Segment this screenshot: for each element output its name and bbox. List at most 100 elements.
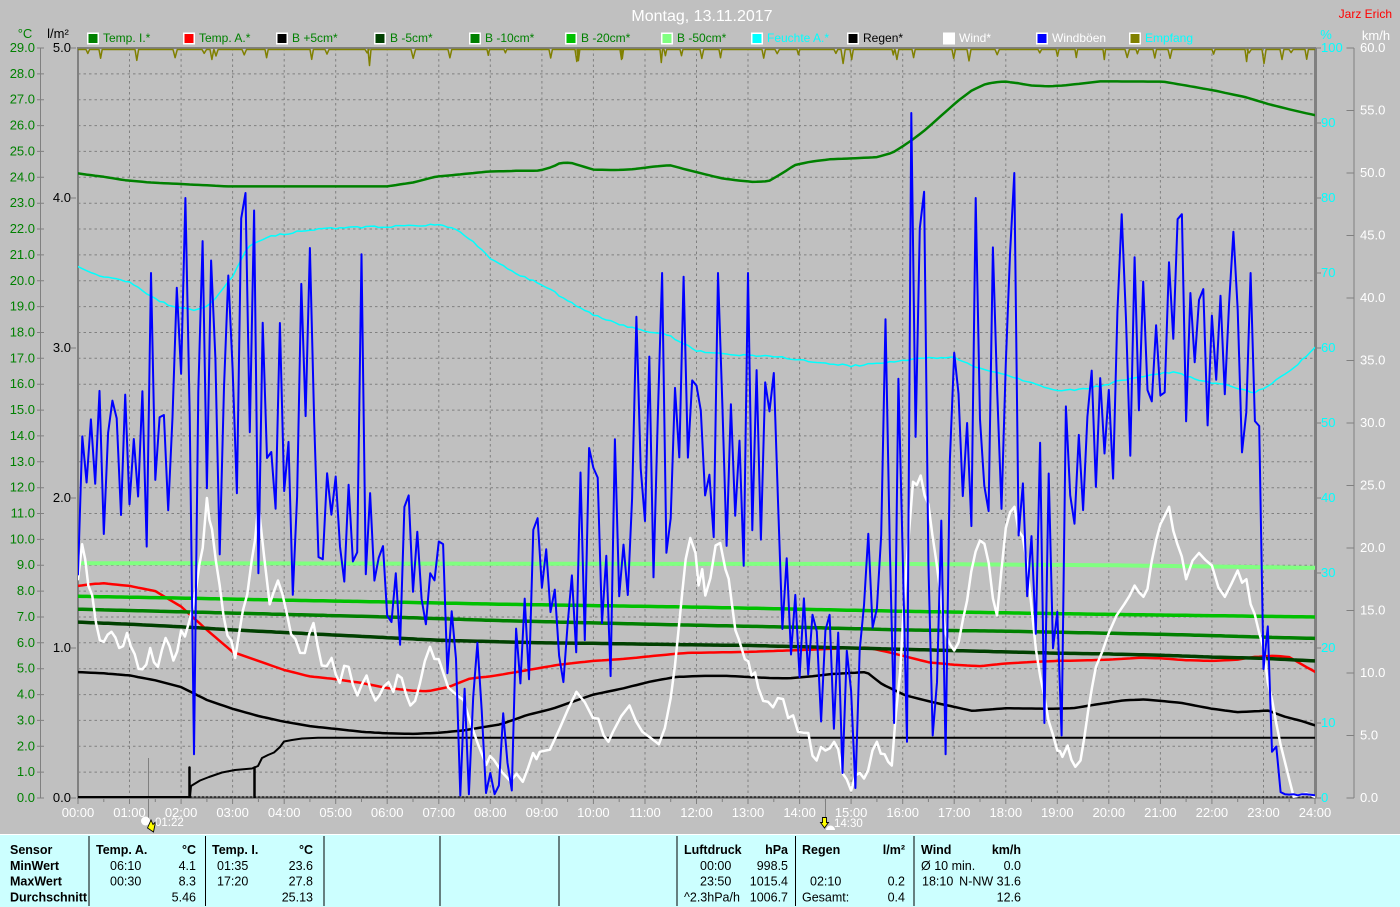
svg-text:12.6: 12.6 <box>997 891 1021 905</box>
svg-text:23.0: 23.0 <box>10 195 35 210</box>
svg-text:1006.7: 1006.7 <box>750 891 788 905</box>
svg-text:20.0: 20.0 <box>10 273 35 288</box>
svg-text:13.0: 13.0 <box>10 454 35 469</box>
svg-text:17.0: 17.0 <box>10 350 35 365</box>
svg-text:14:30: 14:30 <box>834 818 863 830</box>
svg-text:28.0: 28.0 <box>10 66 35 81</box>
svg-text:20.0: 20.0 <box>1360 540 1385 555</box>
svg-text:50: 50 <box>1321 415 1335 430</box>
svg-text:01:00: 01:00 <box>113 805 146 820</box>
svg-text:Regen: Regen <box>802 843 840 857</box>
svg-text:19:00: 19:00 <box>1041 805 1074 820</box>
svg-text:5.46: 5.46 <box>172 891 196 905</box>
svg-text:04:00: 04:00 <box>268 805 301 820</box>
svg-text:70: 70 <box>1321 265 1335 280</box>
svg-text:hPa: hPa <box>765 843 789 857</box>
svg-text:N-NW 31.6: N-NW 31.6 <box>959 875 1021 889</box>
svg-text:7.0: 7.0 <box>17 609 35 624</box>
svg-text:26.0: 26.0 <box>10 118 35 133</box>
svg-text:0: 0 <box>1321 790 1328 805</box>
svg-text:Temp. I.*: Temp. I.* <box>103 31 151 45</box>
svg-text:24.0: 24.0 <box>10 169 35 184</box>
svg-text:24:00: 24:00 <box>1299 805 1332 820</box>
svg-text:01:22: 01:22 <box>155 817 184 829</box>
svg-text:00:30: 00:30 <box>110 875 141 889</box>
svg-text:00:00: 00:00 <box>62 805 95 820</box>
svg-text:Feuchte A.*: Feuchte A.* <box>767 31 829 45</box>
svg-text:8.3: 8.3 <box>179 875 196 889</box>
svg-text:60: 60 <box>1321 340 1335 355</box>
svg-text:Wind: Wind <box>921 843 951 857</box>
svg-text:13:00: 13:00 <box>732 805 765 820</box>
svg-text:Empfang: Empfang <box>1145 31 1193 45</box>
svg-text:0.0: 0.0 <box>17 790 35 805</box>
svg-text:18:00: 18:00 <box>990 805 1023 820</box>
svg-text:km/h: km/h <box>1362 28 1390 43</box>
svg-text:10.0: 10.0 <box>10 531 35 546</box>
svg-text:10:00: 10:00 <box>577 805 610 820</box>
svg-text:90: 90 <box>1321 115 1335 130</box>
svg-text:16.0: 16.0 <box>10 376 35 391</box>
svg-text:l/m²: l/m² <box>883 843 905 857</box>
svg-text:07:00: 07:00 <box>423 805 456 820</box>
svg-text:0.0: 0.0 <box>1360 790 1378 805</box>
svg-text:0.4: 0.4 <box>888 891 905 905</box>
svg-text:02:10: 02:10 <box>810 875 841 889</box>
svg-text:6.0: 6.0 <box>17 635 35 650</box>
svg-text:1.0: 1.0 <box>17 764 35 779</box>
svg-text:8.0: 8.0 <box>17 583 35 598</box>
svg-text:Gesamt:: Gesamt: <box>802 891 849 905</box>
svg-text:25.13: 25.13 <box>282 891 313 905</box>
svg-text:22.0: 22.0 <box>10 221 35 236</box>
svg-text:19.0: 19.0 <box>10 299 35 314</box>
svg-text:00:00: 00:00 <box>700 859 731 873</box>
svg-text:18:10: 18:10 <box>922 875 953 889</box>
svg-text:Temp. A.: Temp. A. <box>96 843 147 857</box>
svg-text:998.5: 998.5 <box>757 859 788 873</box>
svg-text:°C: °C <box>299 843 313 857</box>
svg-text:10.0: 10.0 <box>1360 665 1385 680</box>
svg-text:25.0: 25.0 <box>10 143 35 158</box>
svg-text:Sensor: Sensor <box>10 843 53 857</box>
svg-text:Jarz Erich: Jarz Erich <box>1339 7 1392 21</box>
svg-text:25.0: 25.0 <box>1360 478 1385 493</box>
svg-text:Temp. I.: Temp. I. <box>212 843 258 857</box>
svg-text:Wind*: Wind* <box>959 31 991 45</box>
svg-text:17:00: 17:00 <box>938 805 971 820</box>
svg-text:14:00: 14:00 <box>783 805 816 820</box>
svg-text:0.2: 0.2 <box>888 875 905 889</box>
svg-text:15.0: 15.0 <box>10 402 35 417</box>
svg-text:5.0: 5.0 <box>53 40 71 55</box>
svg-text:9.0: 9.0 <box>17 557 35 572</box>
svg-text:16:00: 16:00 <box>886 805 919 820</box>
svg-text:MaxWert: MaxWert <box>10 875 63 889</box>
svg-text:05:00: 05:00 <box>319 805 352 820</box>
svg-text:3.0: 3.0 <box>53 340 71 355</box>
svg-text:Temp. A.*: Temp. A.* <box>199 31 251 45</box>
svg-text:Montag, 13.11.2017: Montag, 13.11.2017 <box>631 8 772 25</box>
svg-text:10: 10 <box>1321 715 1335 730</box>
svg-text:11.0: 11.0 <box>11 506 35 521</box>
svg-text:km/h: km/h <box>992 843 1021 857</box>
svg-text:30: 30 <box>1321 565 1335 580</box>
svg-text:Luftdruck: Luftdruck <box>684 843 742 857</box>
svg-text:5.0: 5.0 <box>17 661 35 676</box>
svg-text:23.6: 23.6 <box>289 859 313 873</box>
svg-text:20:00: 20:00 <box>1093 805 1126 820</box>
svg-text:2.0: 2.0 <box>17 738 35 753</box>
svg-text:18.0: 18.0 <box>10 325 35 340</box>
svg-text:14.0: 14.0 <box>10 428 35 443</box>
svg-text:MinWert: MinWert <box>10 859 60 873</box>
svg-text:°C: °C <box>18 26 33 41</box>
svg-text:17:20: 17:20 <box>217 875 248 889</box>
svg-text:Windböen: Windböen <box>1052 31 1106 45</box>
svg-text:45.0: 45.0 <box>1360 228 1385 243</box>
svg-text:23:50: 23:50 <box>700 875 731 889</box>
svg-text:B -50cm*: B -50cm* <box>677 31 727 45</box>
svg-text:0.0: 0.0 <box>1004 859 1021 873</box>
svg-text:Durchschnitt: Durchschnitt <box>10 891 88 905</box>
svg-text:3.0: 3.0 <box>17 712 35 727</box>
svg-text:1.0: 1.0 <box>53 640 71 655</box>
svg-text:B -10cm*: B -10cm* <box>485 31 535 45</box>
svg-text:27.8: 27.8 <box>289 875 313 889</box>
